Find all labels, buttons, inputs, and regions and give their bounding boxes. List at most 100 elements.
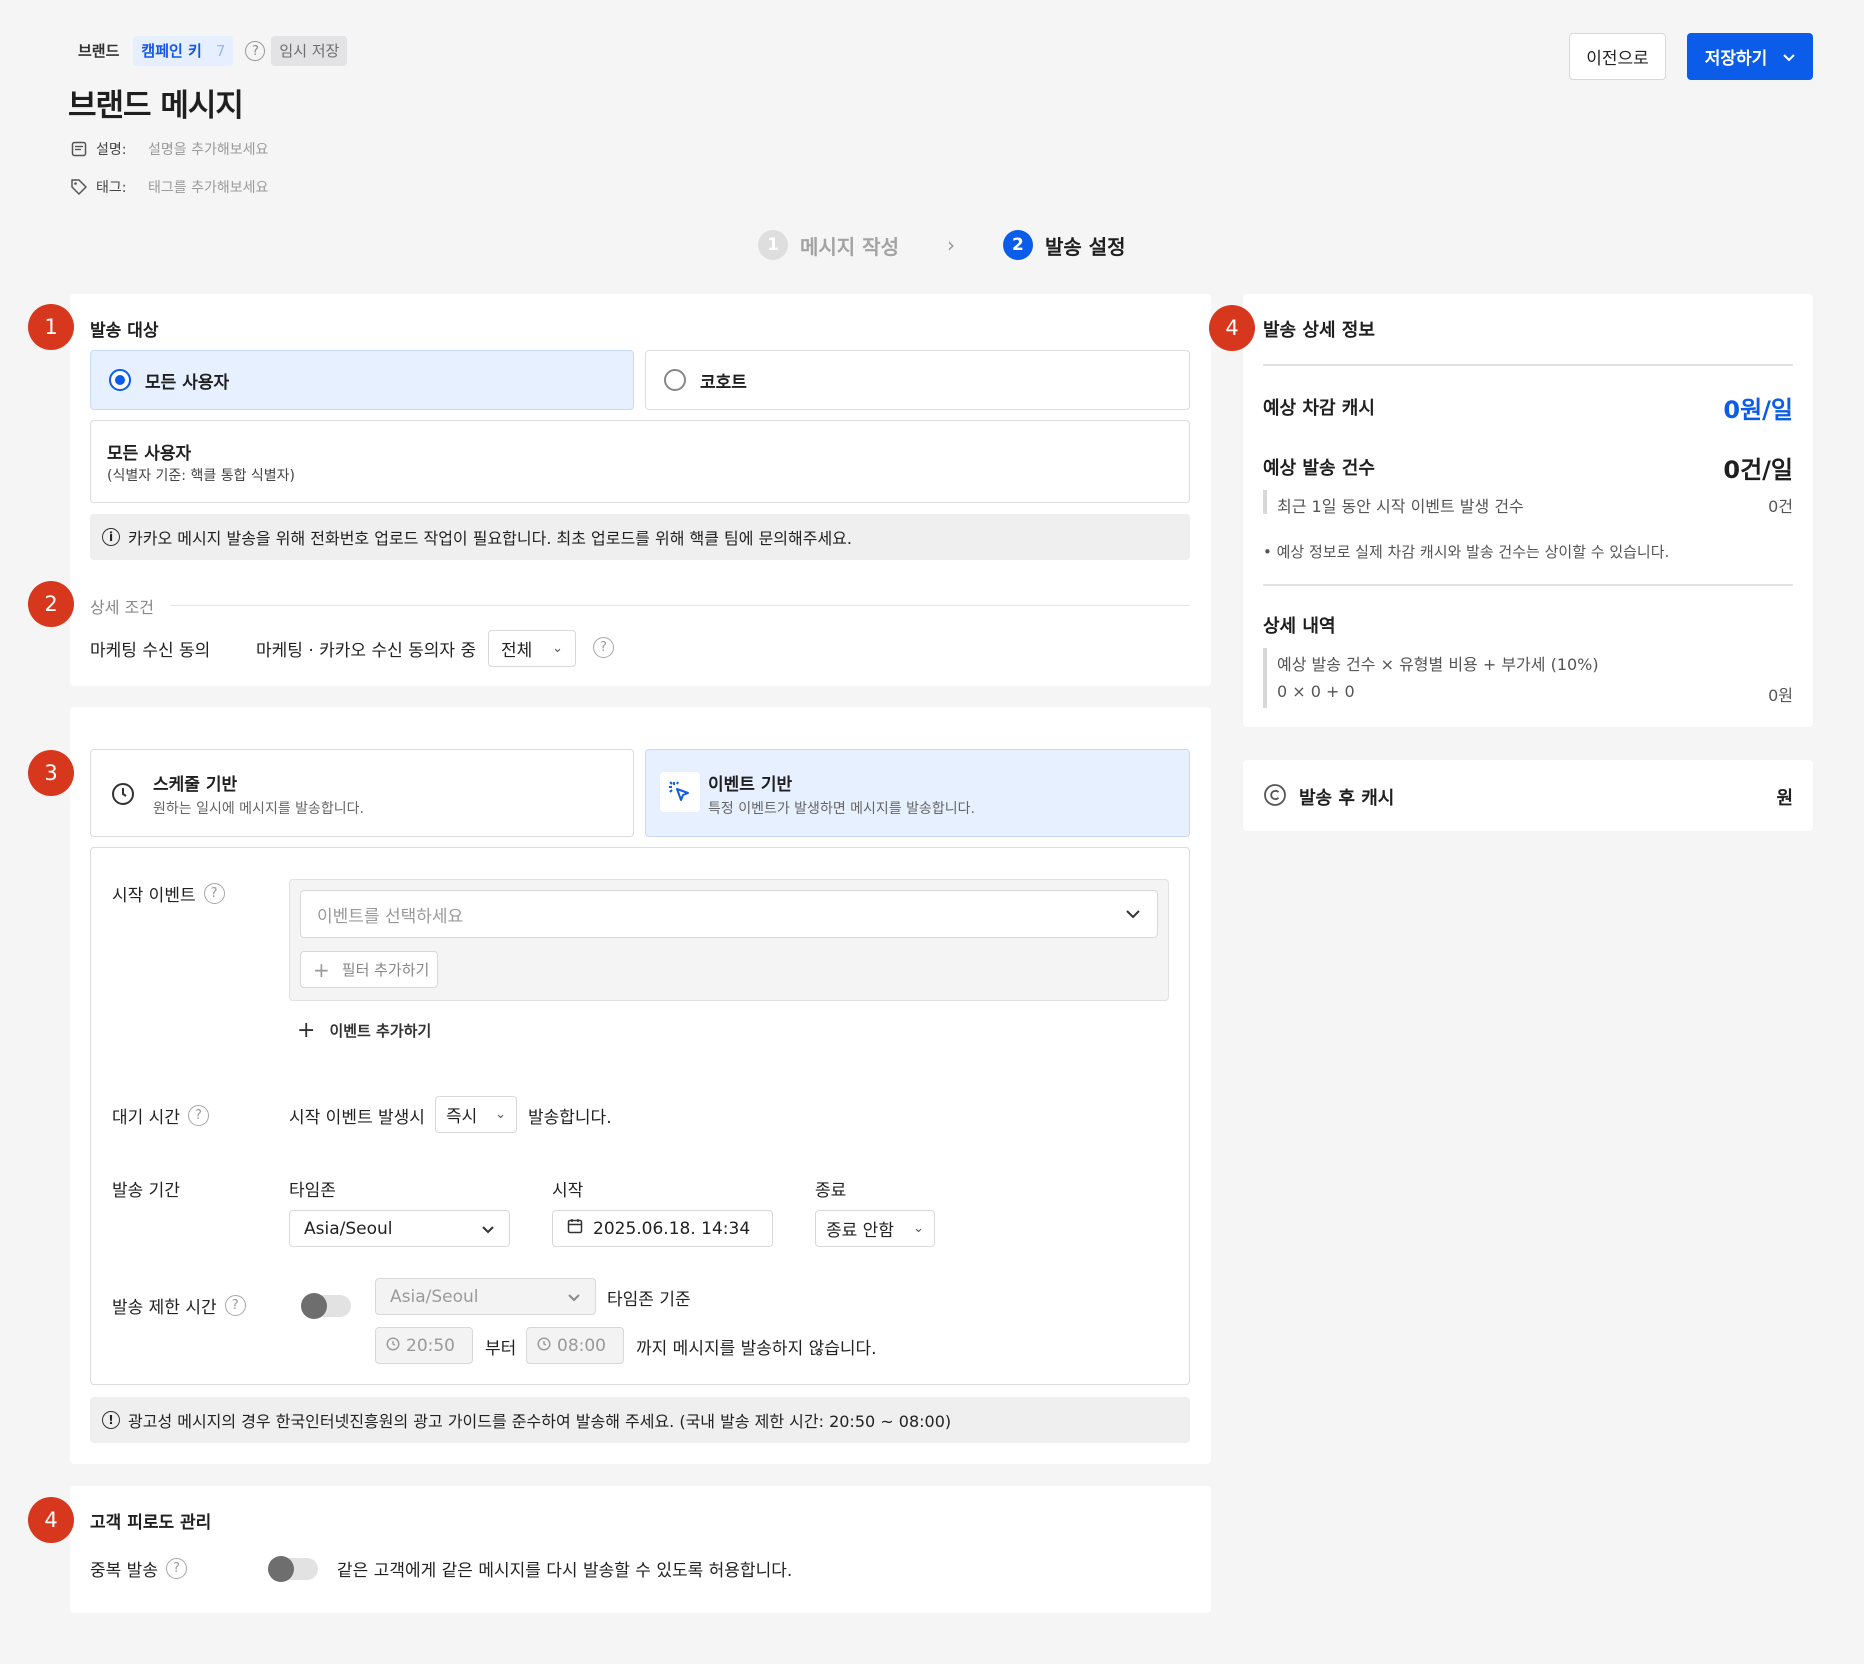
limit-toggle[interactable] [301, 1293, 351, 1319]
campaign-key-label: 캠페인 키 [141, 42, 202, 60]
start-label: 시작 [552, 1181, 584, 1201]
option-cohort[interactable]: 코호트 [645, 350, 1190, 410]
marketing-select[interactable]: 전체 ⌄ [488, 630, 576, 667]
end-select[interactable]: 종료 안함 ⌄ [815, 1210, 935, 1247]
step-settings[interactable]: 2 발송 설정 [1002, 230, 1126, 260]
limit-tz-suffix: 타임존 기준 [607, 1290, 691, 1310]
detail-card: 발송 상세 정보 예상 차감 캐시 0원/일 예상 발송 건수 0건/일 최근 … [1243, 294, 1813, 727]
limit-timezone-value: Asia/Seoul [390, 1286, 479, 1307]
step-number: 1 [758, 230, 788, 260]
save-button[interactable]: 저장하기 [1687, 33, 1813, 80]
marketing-label: 마케팅 수신 동의 [90, 641, 211, 661]
help-icon[interactable]: ? [224, 1295, 246, 1316]
marketing-desc: 마케팅 · 카카오 수신 동의자 중 [256, 641, 477, 661]
step-compose[interactable]: 1 메시지 작성 [758, 230, 899, 260]
note-icon [70, 140, 88, 158]
divider [1263, 364, 1793, 366]
mode-title: 이벤트 기반 [708, 775, 793, 795]
after-cash-value: 원 [1776, 788, 1793, 809]
wait-label: 대기 시간 [112, 1108, 180, 1128]
tag-icon [70, 178, 88, 196]
formula-values: 0 × 0 + 0 [1277, 682, 1355, 701]
tag-input[interactable]: 태그를 추가해보세요 [148, 177, 268, 197]
conditions-title: 상세 조건 [90, 598, 154, 617]
help-icon[interactable]: ? [593, 637, 614, 658]
option-label: 코호트 [700, 372, 747, 393]
notice-text: 광고성 메시지의 경우 한국인터넷진흥원의 광고 가이드를 준수하여 발송해 주… [128, 1412, 952, 1431]
target-card: 발송 대상 모든 사용자 코호트 모든 사용자 (식별자 기준: 핵클 통합 식… [70, 294, 1211, 686]
chevron-down-icon: ⌄ [913, 1221, 924, 1236]
limit-to-input[interactable]: 08:00 [526, 1327, 624, 1364]
timezone-value: Asia/Seoul [304, 1218, 393, 1239]
indent-bar [1263, 648, 1267, 708]
limit-to-suffix: 까지 메시지를 발송하지 않습니다. [636, 1339, 877, 1359]
help-icon[interactable]: ? [245, 41, 266, 61]
mode-subtitle: 특정 이벤트가 발생하면 메시지를 발송합니다. [708, 801, 975, 817]
section-badge: 4 [28, 1497, 74, 1543]
help-icon[interactable]: ? [165, 1558, 187, 1579]
description-label: 설명: [96, 142, 127, 158]
chevron-down-icon: ⌄ [552, 641, 563, 656]
start-date-value: 2025.06.18. 14:34 [593, 1218, 751, 1239]
chevron-down-icon[interactable] [1783, 47, 1795, 67]
start-event-label: 시작 이벤트 [112, 886, 196, 906]
help-icon[interactable]: ? [187, 1105, 209, 1126]
kakao-notice: i 카카오 메시지 발송을 위해 전화번호 업로드 작업이 필요합니다. 최초 … [90, 514, 1190, 560]
wait-select-value: 즉시 [446, 1107, 478, 1127]
page-title: 브랜드 메시지 [68, 88, 244, 124]
formula: 예상 발송 건수 × 유형별 비용 + 부가세 (10%) [1277, 655, 1599, 674]
notice-text: 카카오 메시지 발송을 위해 전화번호 업로드 작업이 필요합니다. 최초 업로… [128, 529, 852, 548]
clock-icon [111, 782, 135, 810]
fatigue-title: 고객 피로도 관리 [90, 1513, 212, 1533]
tag-row: 태그: 태그를 추가해보세요 [70, 177, 268, 197]
step-number: 2 [1002, 230, 1033, 260]
add-filter-button[interactable]: + 필터 추가하기 [300, 951, 438, 988]
section-badge: 1 [28, 304, 74, 350]
mode-event[interactable]: 이벤트 기반 특정 이벤트가 발생하면 메시지를 발송합니다. [645, 749, 1190, 837]
recent-label: 최근 1일 동안 시작 이벤트 발생 건수 [1277, 497, 1524, 516]
description-input[interactable]: 설명을 추가해보세요 [148, 139, 268, 159]
dup-label: 중복 발송 [90, 1561, 158, 1581]
breakdown-title: 상세 내역 [1263, 616, 1336, 637]
end-label: 종료 [815, 1181, 847, 1201]
radio-icon [664, 369, 686, 391]
period-label: 발송 기간 [112, 1181, 180, 1201]
start-date-input[interactable]: 2025.06.18. 14:34 [552, 1210, 773, 1247]
limit-to-value: 08:00 [557, 1335, 606, 1356]
after-cash-card: 발송 후 캐시 원 [1243, 760, 1813, 831]
wait-prefix: 시작 이벤트 발생시 [289, 1108, 425, 1128]
limit-from-suffix: 부터 [485, 1339, 517, 1359]
clock-icon [537, 1336, 551, 1356]
option-all-users[interactable]: 모든 사용자 [90, 350, 634, 410]
timezone-select[interactable]: Asia/Seoul [289, 1210, 510, 1247]
wait-select[interactable]: 즉시 ⌄ [435, 1096, 517, 1133]
estimate-note: • 예상 정보로 실제 차감 캐시와 발송 건수는 상이할 수 있습니다. [1263, 543, 1670, 561]
timezone-label: 타임존 [289, 1181, 336, 1201]
copyright-icon [1263, 783, 1287, 811]
summary-title: 모든 사용자 [107, 444, 192, 464]
campaign-key-value: 7 [215, 42, 226, 60]
clock-icon [386, 1336, 400, 1356]
dup-toggle[interactable] [268, 1556, 318, 1582]
info-icon: ! [102, 1411, 120, 1429]
ad-notice: ! 광고성 메시지의 경우 한국인터넷진흥원의 광고 가이드를 준수하여 발송해… [90, 1397, 1190, 1443]
dup-desc: 같은 고객에게 같은 메시지를 다시 발송할 수 있도록 허용합니다. [337, 1561, 793, 1581]
limit-label: 발송 제한 시간 [112, 1298, 217, 1318]
step-label: 메시지 작성 [800, 234, 899, 259]
limit-from-input[interactable]: 20:50 [375, 1327, 473, 1364]
radio-icon [109, 369, 131, 391]
add-event-button[interactable]: + 이벤트 추가하기 [297, 1018, 431, 1043]
brand-crumb: 브랜드 [78, 42, 120, 60]
prev-button[interactable]: 이전으로 [1569, 33, 1666, 80]
help-icon[interactable]: ? [203, 883, 225, 904]
target-title: 발송 대상 [90, 321, 159, 341]
chevron-down-icon [1125, 904, 1141, 924]
end-value: 종료 안함 [826, 1221, 894, 1241]
event-select[interactable]: 이벤트를 선택하세요 [300, 890, 1158, 938]
breadcrumb: 브랜드 캠페인 키 7 ? 임시 저장 [70, 36, 348, 66]
start-event-label-row: 시작 이벤트 ? [112, 881, 225, 906]
limit-timezone-select[interactable]: Asia/Seoul [375, 1278, 596, 1315]
mode-schedule[interactable]: 스케줄 기반 원하는 일시에 메시지를 발송합니다. [90, 749, 634, 837]
calendar-icon [567, 1218, 583, 1239]
event-group: 이벤트를 선택하세요 + 필터 추가하기 [289, 879, 1169, 1001]
